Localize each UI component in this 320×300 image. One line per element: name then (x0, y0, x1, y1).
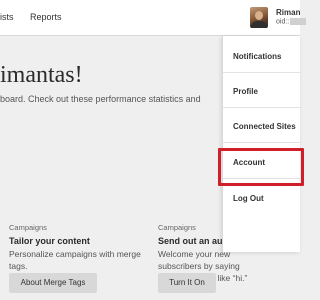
menu-item-label: Profile (233, 87, 258, 96)
user-id-label: oid:: (276, 18, 290, 26)
user-name[interactable]: Riman (276, 8, 300, 17)
user-id: oid:: (276, 18, 307, 26)
account-dropdown-menu: Notifications Profile Connected Sites Ac… (222, 36, 301, 252)
avatar-face (255, 11, 263, 20)
card-kicker: Campaigns (158, 223, 196, 232)
avatar[interactable] (250, 7, 268, 28)
avatar-shirt (251, 21, 267, 28)
about-merge-tags-button[interactable]: About Merge Tags (9, 273, 97, 293)
card-kicker: Campaigns (9, 223, 47, 232)
menu-item-label: Notifications (233, 52, 282, 61)
page-greeting: imantas! (0, 62, 83, 88)
menu-item-connected-sites[interactable]: Connected Sites (223, 108, 301, 143)
card-description: Personalize campaigns with merge tags. (9, 249, 141, 271)
card-title: Tailor your content (9, 236, 90, 246)
top-navigation-bar: ists Reports Riman oid:: (0, 0, 307, 36)
intro-text: board. Check out these performance stati… (0, 94, 201, 104)
nav-item-lists[interactable]: ists (0, 12, 14, 22)
card-title: Send out an au (158, 236, 223, 246)
menu-item-label: Connected Sites (233, 122, 296, 131)
menu-item-notifications[interactable]: Notifications (223, 38, 301, 73)
menu-item-label: Log Out (233, 194, 264, 203)
menu-item-profile[interactable]: Profile (223, 73, 301, 108)
redacted-id (290, 18, 307, 25)
account-highlight-box (218, 148, 304, 186)
turn-it-on-button[interactable]: Turn It On (158, 273, 216, 293)
nav-item-reports[interactable]: Reports (30, 12, 62, 22)
